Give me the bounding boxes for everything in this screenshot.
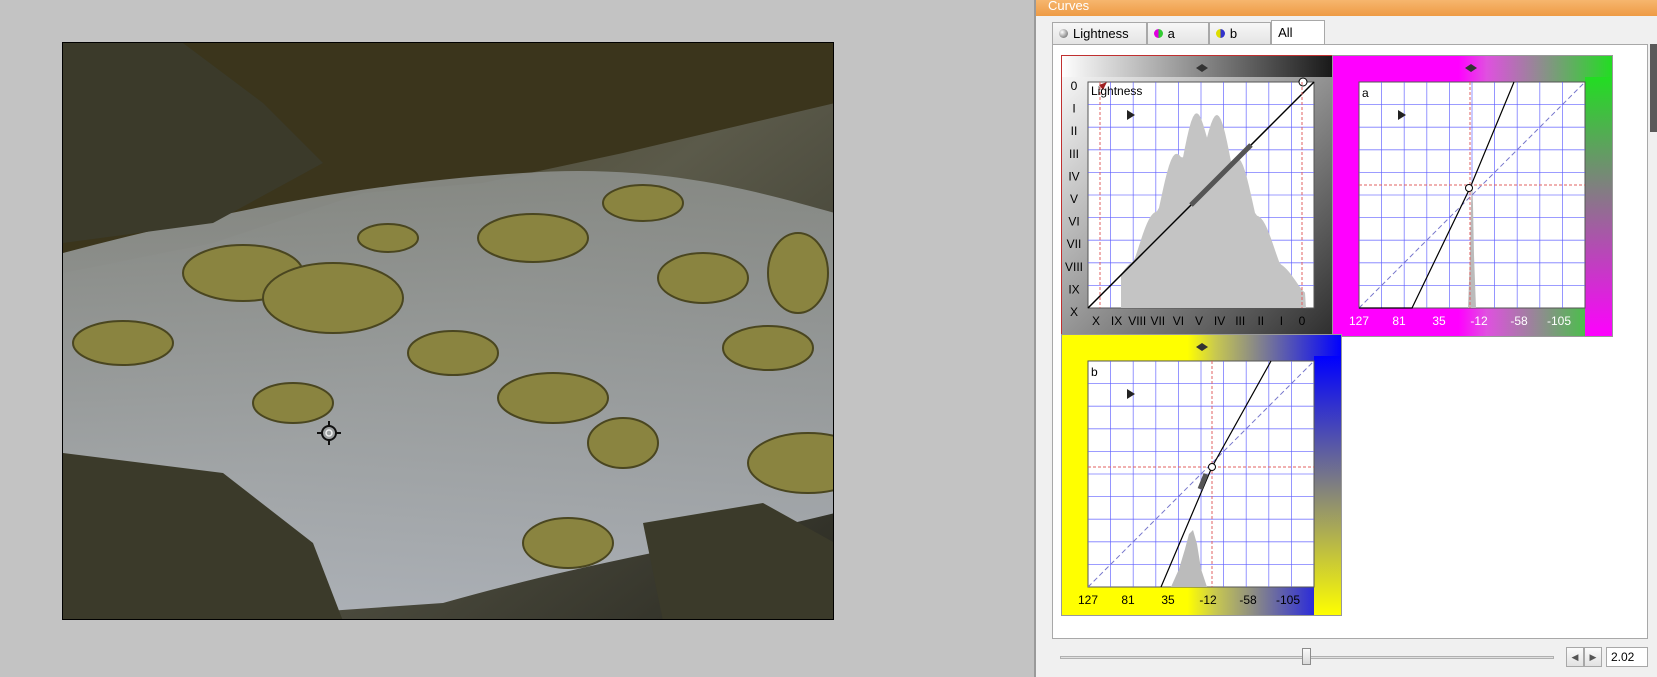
intensity-slider-bar: ◀ ▶ 2.02: [1046, 645, 1652, 669]
app-window: Curves Lightness a b All Lightness 0 I I…: [0, 0, 1657, 677]
x-tick-label: -105: [1547, 314, 1571, 328]
x-tick-label: VIII: [1128, 314, 1146, 328]
a-control-point[interactable]: [1465, 184, 1473, 192]
a-channel-curve-graph: a 127 81 35 -12 -58 -105: [1332, 55, 1613, 337]
x-tick-label: III: [1235, 314, 1245, 328]
x-tick-label: 35: [1161, 593, 1175, 607]
y-tick-label: X: [1070, 305, 1078, 319]
spin-left-button[interactable]: ◀: [1566, 647, 1584, 667]
lightness-graph-label: Lightness: [1091, 84, 1142, 98]
y-tick-label: V: [1070, 192, 1078, 206]
x-tick-label: IV: [1214, 314, 1225, 328]
tab-label: Lightness: [1073, 26, 1129, 41]
y-tick-label: IV: [1068, 169, 1079, 183]
tab-label: a: [1167, 26, 1175, 41]
y-tick-label: VIII: [1065, 260, 1083, 274]
x-tick-label: V: [1195, 314, 1203, 328]
x-tick-label: 127: [1078, 593, 1098, 607]
tab-a[interactable]: a: [1146, 22, 1209, 44]
x-tick-label: 127: [1349, 314, 1369, 328]
y-tick-label: 0: [1071, 79, 1078, 93]
x-tick-label: I: [1280, 314, 1283, 328]
x-tick-label: -58: [1510, 314, 1528, 328]
x-tick-label: -58: [1239, 593, 1257, 607]
b-channel-curve-graph: b 127 81 35 -12 -58 -105: [1061, 334, 1342, 616]
curve-control-point[interactable]: [1298, 77, 1308, 87]
x-tick-label: II: [1257, 314, 1264, 328]
x-tick-label: X: [1092, 314, 1100, 328]
y-tick-label: I: [1072, 102, 1075, 116]
y-tick-label: II: [1071, 124, 1078, 138]
x-tick-label: VI: [1173, 314, 1184, 328]
y-tick-label: IX: [1068, 282, 1079, 296]
x-tick-label: -12: [1470, 314, 1488, 328]
tab-lightness[interactable]: Lightness: [1052, 22, 1147, 44]
x-tick-label: VII: [1150, 314, 1165, 328]
b-graph-label: b: [1091, 365, 1098, 379]
x-tick-label: -12: [1199, 593, 1217, 607]
river-rocks-photo[interactable]: [62, 42, 834, 620]
x-tick-label: IX: [1111, 314, 1122, 328]
slider-value-field[interactable]: 2.02: [1606, 647, 1648, 667]
tab-label: All: [1278, 25, 1293, 40]
b-control-point[interactable]: [1208, 463, 1216, 471]
a-graph-label: a: [1362, 86, 1369, 100]
tab-b[interactable]: b: [1208, 22, 1272, 44]
x-tick-label: 35: [1432, 314, 1446, 328]
curves-panel: Curves Lightness a b All Lightness 0 I I…: [1034, 0, 1657, 677]
y-tick-label: III: [1069, 147, 1079, 161]
b-channel-icon: [1215, 29, 1225, 38]
panel-title: Curves: [1036, 0, 1657, 16]
y-tick-label: VII: [1067, 237, 1082, 251]
lightness-icon: [1059, 29, 1068, 38]
spin-right-button[interactable]: ▶: [1584, 647, 1602, 667]
tab-all[interactable]: All: [1271, 20, 1325, 44]
tab-label: b: [1229, 26, 1238, 41]
channel-tabs: Lightness a b All: [1052, 20, 1325, 44]
x-tick-label: 81: [1392, 314, 1406, 328]
y-tick-label: VI: [1068, 215, 1079, 229]
target-crosshair-icon[interactable]: [317, 421, 341, 445]
x-tick-label: -105: [1276, 593, 1300, 607]
tab-content-all: Lightness 0 I II III IV V VI VII VIII IX X X IX VIII…: [1052, 44, 1648, 639]
a-channel-icon: [1153, 29, 1163, 38]
x-tick-label: 0: [1299, 314, 1306, 328]
image-canvas-area: [0, 0, 1034, 677]
window-edge: [1650, 44, 1657, 132]
x-tick-label: 81: [1121, 593, 1135, 607]
slider-thumb[interactable]: [1302, 648, 1311, 665]
lightness-curve-graph: Lightness 0 I II III IV V VI VII VIII IX X X IX VIII…: [1061, 55, 1342, 337]
